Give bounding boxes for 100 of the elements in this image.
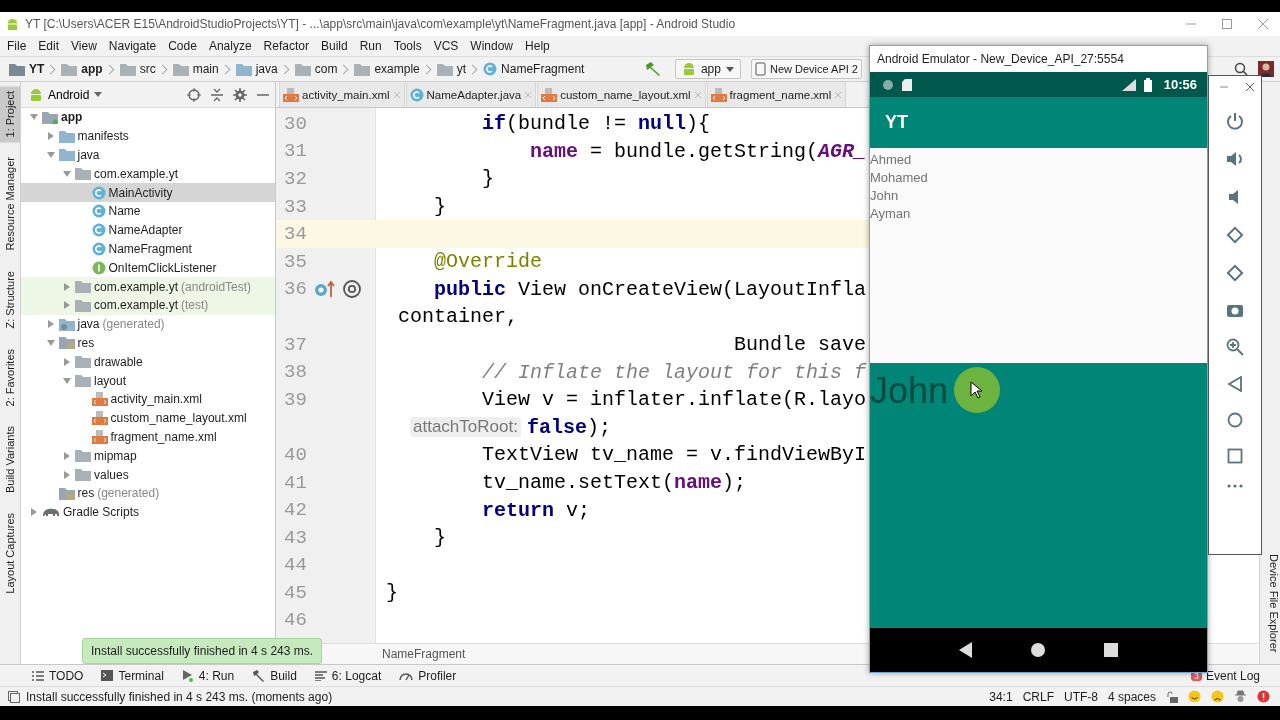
- gauge-icon: [399, 670, 414, 681]
- breadcrumb[interactable]: java: [232, 62, 281, 76]
- tool-window-tab[interactable]: Build: [248, 668, 301, 683]
- class-icon: [91, 223, 106, 238]
- android-icon: [29, 87, 43, 102]
- line-separator-selector[interactable]: CRLF: [1022, 689, 1054, 704]
- tree-item[interactable]: java: [21, 145, 275, 165]
- tree-item[interactable]: custom_name_layout.xml: [21, 408, 275, 428]
- menu-item[interactable]: Analyze: [202, 37, 258, 55]
- editor-tab[interactable]: NameAdapter.java: [405, 82, 537, 107]
- menu-item[interactable]: Refactor: [257, 37, 315, 55]
- tree-item[interactable]: app: [21, 108, 275, 127]
- breadcrumb[interactable]: NameFragment: [480, 62, 588, 76]
- menu-item[interactable]: Window: [464, 37, 520, 55]
- tree-item[interactable]: res (generated): [21, 483, 275, 503]
- rotate-right-icon[interactable]: [1226, 264, 1244, 282]
- power-icon[interactable]: [1226, 112, 1244, 130]
- tool-window-tab[interactable]: Device File Explorer: [1260, 549, 1280, 656]
- menu-item[interactable]: View: [65, 37, 103, 55]
- rotate-left-icon[interactable]: [1226, 226, 1244, 244]
- close-icon[interactable]: [1258, 19, 1268, 29]
- tool-window-tab[interactable]: Terminal: [97, 668, 168, 683]
- tree-item[interactable]: com.example.yt: [21, 164, 275, 184]
- editor-breadcrumb[interactable]: NameFragment: [382, 647, 466, 661]
- tree-item[interactable]: NameFragment: [21, 239, 275, 259]
- menu-item[interactable]: Edit: [32, 37, 66, 55]
- tool-window-tab[interactable]: Build Variants: [0, 420, 20, 499]
- device-dropdown[interactable]: New Device API 2: [750, 59, 862, 79]
- hammer-icon[interactable]: [644, 62, 661, 76]
- tree-item[interactable]: com.example.yt (androidTest): [21, 277, 275, 296]
- menu-item[interactable]: Build: [314, 37, 354, 55]
- crosshair-icon[interactable]: [187, 87, 201, 102]
- collapse-all-icon[interactable]: [211, 87, 223, 102]
- menu-item[interactable]: Navigate: [102, 37, 163, 55]
- list-row[interactable]: Ayman: [870, 205, 911, 223]
- tree-item[interactable]: OnItemClickListener: [21, 258, 275, 278]
- breadcrumb[interactable]: com: [291, 62, 341, 76]
- avatar[interactable]: [1258, 61, 1274, 77]
- tool-window-tab[interactable]: Z: Structure: [0, 266, 20, 334]
- menu-item[interactable]: Help: [519, 37, 556, 55]
- caret-position[interactable]: 34:1: [989, 689, 1013, 704]
- breadcrumb[interactable]: example: [351, 62, 423, 76]
- tool-window-tab[interactable]: 4: Run: [177, 668, 239, 683]
- tree-item[interactable]: layout: [21, 371, 275, 390]
- menu-item[interactable]: Code: [162, 37, 203, 55]
- indent-selector[interactable]: 4 spaces: [1107, 689, 1156, 704]
- close-icon[interactable]: [1245, 82, 1255, 92]
- tree-item[interactable]: Gradle Scripts: [21, 502, 275, 522]
- tree-item[interactable]: activity_main.xml: [21, 389, 275, 409]
- menu-item[interactable]: Tools: [387, 37, 428, 55]
- more-icon[interactable]: [1227, 484, 1243, 488]
- breadcrumb[interactable]: src: [116, 62, 159, 76]
- breadcrumb[interactable]: YT: [6, 62, 48, 76]
- menu-item[interactable]: File: [1, 37, 33, 55]
- tree-item[interactable]: mipmap: [21, 446, 275, 466]
- tool-window-tab[interactable]: 1: Project: [0, 86, 20, 143]
- home-icon[interactable]: [1030, 642, 1047, 658]
- search-icon[interactable]: [1234, 62, 1248, 76]
- breadcrumb[interactable]: app: [58, 62, 106, 76]
- project-view-dropdown[interactable]: Android: [27, 87, 105, 102]
- lock-icon[interactable]: [1166, 690, 1178, 703]
- overview-icon[interactable]: [1104, 643, 1119, 657]
- tool-window-tab[interactable]: 2: Favorites: [0, 343, 20, 411]
- editor-tab[interactable]: activity_main.xml: [279, 82, 405, 107]
- tree-item[interactable]: res: [21, 333, 275, 353]
- tree-item[interactable]: drawable: [21, 352, 275, 372]
- list-row[interactable]: Ahmed: [870, 151, 912, 169]
- tree-item[interactable]: fragment_name.xml: [21, 427, 275, 447]
- breadcrumb[interactable]: main: [169, 62, 222, 76]
- tree-item[interactable]: MainActivity: [21, 183, 275, 202]
- tool-window-tab[interactable]: Layout Captures: [0, 508, 20, 599]
- tool-window-tab[interactable]: Profiler: [395, 668, 461, 683]
- tool-window-tab[interactable]: TODO: [28, 668, 88, 683]
- tool-window-tab[interactable]: 6: Logcat: [310, 668, 386, 683]
- tool-window-tab[interactable]: Resource Manager: [0, 152, 20, 257]
- encoding-selector[interactable]: UTF-8: [1063, 689, 1098, 704]
- tree-item[interactable]: Name: [21, 202, 275, 221]
- inspector-icon[interactable]: [1234, 690, 1247, 703]
- run-configuration-dropdown[interactable]: app: [674, 59, 741, 79]
- smile-icon[interactable]: [1188, 690, 1201, 703]
- tree-item[interactable]: manifests: [21, 126, 275, 146]
- list-row[interactable]: Mohamed: [870, 169, 928, 187]
- volume-up-icon[interactable]: [1226, 150, 1244, 168]
- status-toggle-icon[interactable]: [8, 690, 20, 703]
- breadcrumb[interactable]: yt: [433, 62, 470, 76]
- list-row[interactable]: John: [870, 187, 899, 205]
- maximize-icon[interactable]: [1222, 19, 1232, 29]
- menu-item[interactable]: Run: [353, 37, 388, 55]
- settings-icon[interactable]: [233, 87, 247, 102]
- menu-item[interactable]: VCS: [427, 37, 465, 55]
- camera-icon[interactable]: [1226, 302, 1244, 318]
- tree-item[interactable]: values: [21, 465, 275, 484]
- back-icon[interactable]: [958, 642, 973, 658]
- editor-tab[interactable]: fragment_name.xml: [706, 82, 847, 107]
- editor-tab[interactable]: custom_name_layout.xml: [537, 82, 706, 107]
- frown-icon[interactable]: [1211, 690, 1224, 703]
- zoom-icon[interactable]: [1226, 338, 1244, 356]
- error-icon[interactable]: [1257, 690, 1270, 703]
- tree-item[interactable]: java (generated): [21, 314, 275, 334]
- tree-item[interactable]: NameAdapter: [21, 220, 275, 240]
